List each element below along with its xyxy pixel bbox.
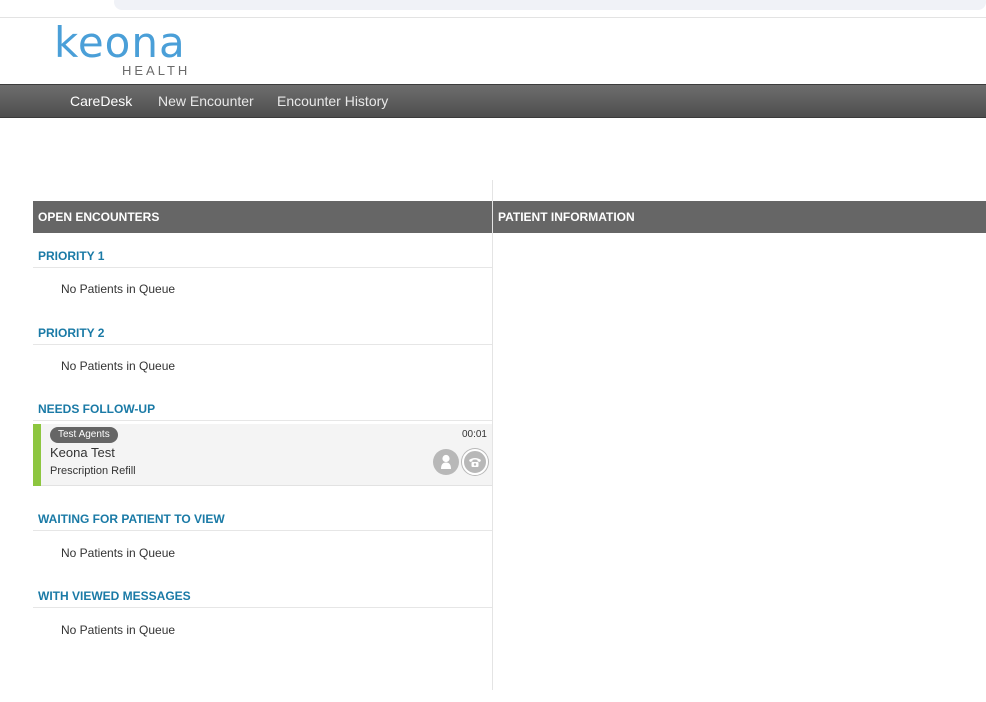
agent-group-badge: Test Agents <box>50 427 118 443</box>
section-with-viewed-messages: WITH VIEWED MESSAGES <box>33 574 492 608</box>
nav-caredesk[interactable]: CareDesk <box>70 85 132 117</box>
address-bar[interactable] <box>114 0 986 10</box>
open-encounters-header: OPEN ENCOUNTERS <box>33 201 492 233</box>
logo-subtitle: HEALTH <box>122 63 191 78</box>
person-icon[interactable] <box>433 449 459 475</box>
section-waiting-for-patient: WAITING FOR PATIENT TO VIEW <box>33 497 492 531</box>
encounter-reason: Prescription Refill <box>50 465 136 477</box>
encounter-card[interactable]: Test Agents Keona Test Prescription Refi… <box>33 424 492 486</box>
logo-wordmark: keona <box>54 18 186 67</box>
viewed-messages-empty-text: No Patients in Queue <box>61 623 176 637</box>
keona-health-logo: keona HEALTH <box>54 22 204 79</box>
encounter-timer: 00:01 <box>461 429 487 440</box>
waiting-empty-text: No Patients in Queue <box>61 546 176 560</box>
patient-name: Keona Test <box>50 445 115 460</box>
section-priority-1: PRIORITY 1 <box>33 234 492 268</box>
priority-1-empty-text: No Patients in Queue <box>61 282 176 296</box>
patient-information-header: PATIENT INFORMATION <box>493 201 986 233</box>
nav-new-encounter[interactable]: New Encounter <box>158 85 254 117</box>
encounter-status-bar <box>33 424 41 486</box>
browser-chrome <box>0 0 986 18</box>
main-navbar: CareDesk New Encounter Encounter History <box>0 84 986 118</box>
section-priority-2: PRIORITY 2 <box>33 311 492 345</box>
column-divider <box>492 180 493 690</box>
phone-icon[interactable] <box>462 449 488 475</box>
section-needs-follow-up: NEEDS FOLLOW-UP <box>33 387 492 421</box>
nav-encounter-history[interactable]: Encounter History <box>277 85 388 117</box>
priority-2-empty-text: No Patients in Queue <box>61 359 176 373</box>
